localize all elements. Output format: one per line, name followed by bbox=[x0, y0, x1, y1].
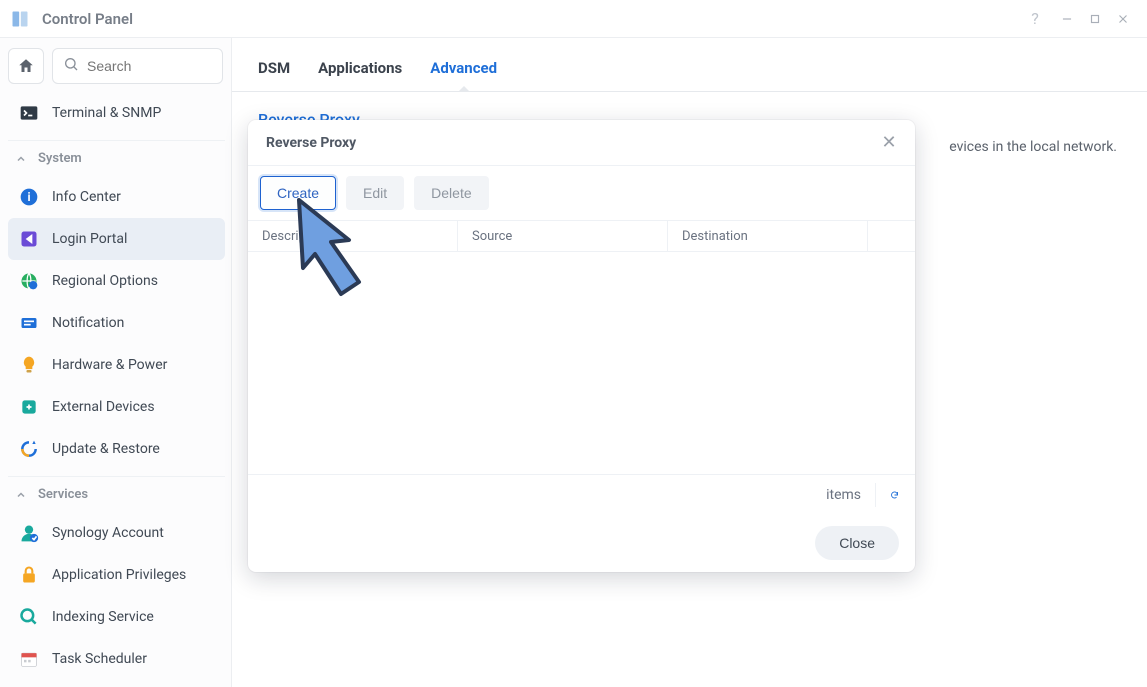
notification-icon bbox=[18, 312, 40, 334]
help-icon[interactable]: ? bbox=[1021, 5, 1049, 33]
edit-button: Edit bbox=[346, 176, 404, 210]
tab-dsm[interactable]: DSM bbox=[258, 59, 290, 91]
dialog-title: Reverse Proxy bbox=[266, 135, 356, 151]
sidebar-item-label: Application Privileges bbox=[52, 567, 186, 583]
chevron-up-icon bbox=[14, 488, 28, 502]
sidebar-item-regional-options[interactable]: Regional Options bbox=[8, 260, 225, 302]
tab-advanced[interactable]: Advanced bbox=[430, 59, 497, 91]
sidebar-section-services[interactable]: Services bbox=[8, 476, 225, 512]
info-icon: i bbox=[18, 186, 40, 208]
table-body bbox=[248, 252, 915, 474]
maximize-button[interactable] bbox=[1081, 5, 1109, 33]
lock-icon bbox=[18, 564, 40, 586]
sidebar-item-terminal-snmp[interactable]: Terminal & SNMP bbox=[8, 92, 225, 134]
search-input-wrap[interactable] bbox=[52, 48, 223, 84]
create-button[interactable]: Create bbox=[260, 176, 336, 210]
dialog-header: Reverse Proxy ✕ bbox=[248, 120, 915, 166]
column-description[interactable]: Description bbox=[248, 221, 458, 251]
close-window-button[interactable] bbox=[1109, 5, 1137, 33]
sidebar-item-notification[interactable]: Notification bbox=[8, 302, 225, 344]
sidebar-item-label: Regional Options bbox=[52, 273, 158, 289]
reverse-proxy-dialog: Reverse Proxy ✕ Create Edit Delete Descr… bbox=[248, 120, 915, 572]
sidebar-item-login-portal[interactable]: Login Portal bbox=[8, 218, 225, 260]
chevron-up-icon bbox=[14, 152, 28, 166]
app-icon bbox=[10, 9, 30, 29]
sidebar-item-label: Terminal & SNMP bbox=[52, 105, 161, 121]
sidebar-section-system[interactable]: System bbox=[8, 140, 225, 176]
search-icon bbox=[63, 56, 79, 76]
dialog-footer: Close bbox=[248, 514, 915, 572]
external-devices-icon bbox=[18, 396, 40, 418]
sidebar-item-task-scheduler[interactable]: Task Scheduler bbox=[8, 638, 225, 680]
search-index-icon bbox=[18, 606, 40, 628]
tabs: DSM Applications Advanced bbox=[232, 38, 1147, 92]
search-input[interactable] bbox=[87, 58, 212, 74]
refresh-button[interactable] bbox=[875, 483, 899, 507]
sidebar-item-info-center[interactable]: i Info Center bbox=[8, 176, 225, 218]
sidebar-item-label: Update & Restore bbox=[52, 441, 160, 457]
window-title: Control Panel bbox=[42, 10, 133, 28]
sidebar-item-label: Login Portal bbox=[52, 231, 127, 247]
column-source[interactable]: Source bbox=[458, 221, 668, 251]
sidebar-item-synology-account[interactable]: Synology Account bbox=[8, 512, 225, 554]
close-button[interactable]: Close bbox=[815, 526, 899, 560]
sidebar-item-update-restore[interactable]: Update & Restore bbox=[8, 428, 225, 470]
sidebar-item-indexing-service[interactable]: Indexing Service bbox=[8, 596, 225, 638]
sidebar-section-label: System bbox=[38, 151, 82, 166]
column-destination[interactable]: Destination bbox=[668, 221, 868, 251]
terminal-icon bbox=[18, 102, 40, 124]
titlebar: Control Panel ? bbox=[0, 0, 1147, 38]
minimize-button[interactable] bbox=[1053, 5, 1081, 33]
bulb-icon bbox=[18, 354, 40, 376]
sidebar: Terminal & SNMP System i Info Center Log… bbox=[0, 38, 232, 687]
globe-icon bbox=[18, 270, 40, 292]
sidebar-section-label: Services bbox=[38, 487, 88, 502]
home-button[interactable] bbox=[8, 48, 44, 84]
sidebar-item-label: Info Center bbox=[52, 189, 121, 205]
tab-applications[interactable]: Applications bbox=[318, 59, 402, 91]
calendar-icon bbox=[18, 648, 40, 670]
sidebar-item-label: Task Scheduler bbox=[52, 651, 147, 667]
login-portal-icon bbox=[18, 228, 40, 250]
sidebar-item-hardware-power[interactable]: Hardware & Power bbox=[8, 344, 225, 386]
sidebar-item-label: Notification bbox=[52, 315, 124, 331]
table-header: Description Source Destination bbox=[248, 220, 915, 252]
delete-button: Delete bbox=[414, 176, 488, 210]
update-restore-icon bbox=[18, 438, 40, 460]
svg-text:i: i bbox=[27, 190, 30, 204]
close-icon[interactable]: ✕ bbox=[877, 131, 901, 155]
sidebar-item-label: Indexing Service bbox=[52, 609, 154, 625]
dialog-toolbar: Create Edit Delete bbox=[248, 166, 915, 220]
dialog-statusbar: items bbox=[248, 474, 915, 514]
column-spacer bbox=[868, 221, 915, 251]
sidebar-item-external-devices[interactable]: External Devices bbox=[8, 386, 225, 428]
sidebar-item-label: External Devices bbox=[52, 399, 155, 415]
sidebar-item-label: Synology Account bbox=[52, 525, 164, 541]
sidebar-item-label: Hardware & Power bbox=[52, 357, 167, 373]
items-count-label: items bbox=[826, 487, 861, 503]
sidebar-item-application-privileges[interactable]: Application Privileges bbox=[8, 554, 225, 596]
account-icon bbox=[18, 522, 40, 544]
